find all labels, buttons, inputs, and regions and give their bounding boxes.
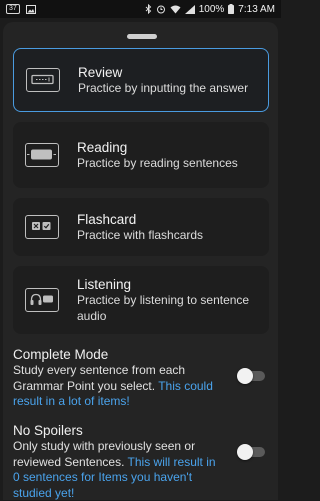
complete-mode-title: Complete Mode (13, 347, 109, 362)
drag-handle[interactable] (127, 34, 157, 39)
signal-icon (184, 4, 195, 14)
reading-icon (25, 143, 59, 167)
no-spoilers-option: No Spoilers Only study with previously s… (13, 422, 275, 501)
image-icon (25, 4, 36, 14)
complete-mode-description: Study every sentence from each Grammar P… (13, 363, 218, 410)
study-mode-sheet: Review Practice by inputting the answer … (3, 22, 278, 500)
mode-description: Practice by reading sentences (77, 155, 238, 170)
no-spoilers-toggle[interactable] (237, 444, 265, 460)
keyboard-input-icon (26, 68, 60, 92)
headphones-icon (25, 288, 59, 312)
mode-title: Listening (77, 277, 132, 292)
bluetooth-icon (145, 4, 152, 14)
battery-icon (228, 4, 235, 14)
mode-card-reading[interactable]: Reading Practice by reading sentences (13, 122, 269, 188)
notification-count: 37 (6, 4, 20, 14)
wifi-icon (170, 5, 181, 14)
mode-title: Review (78, 64, 123, 80)
battery-percent: 100% (198, 3, 225, 15)
status-bar: 37 100% 7:13 AM (0, 0, 281, 18)
mode-card-flashcard[interactable]: Flashcard Practice with flashcards (13, 198, 269, 256)
alarm-icon (156, 4, 166, 14)
mode-description: Practice with flashcards (77, 227, 204, 242)
toggle-knob (237, 444, 253, 460)
no-spoilers-title: No Spoilers (13, 423, 83, 438)
toggle-knob (237, 368, 253, 384)
mode-title: Flashcard (77, 211, 137, 227)
flashcard-icon (25, 215, 59, 239)
complete-mode-option: Complete Mode Study every sentence from … (13, 346, 275, 410)
mode-card-listening[interactable]: Listening Practice by listening to sente… (13, 266, 269, 334)
complete-mode-toggle[interactable] (237, 368, 265, 384)
no-spoilers-description: Only study with previously seen or revie… (13, 439, 218, 501)
mode-description: Practice by listening to sentence audio (77, 293, 250, 323)
clock: 7:13 AM (238, 3, 275, 15)
mode-description: Practice by inputting the answer (78, 80, 249, 95)
mode-title: Reading (77, 139, 128, 155)
mode-card-review[interactable]: Review Practice by inputting the answer (13, 48, 269, 112)
